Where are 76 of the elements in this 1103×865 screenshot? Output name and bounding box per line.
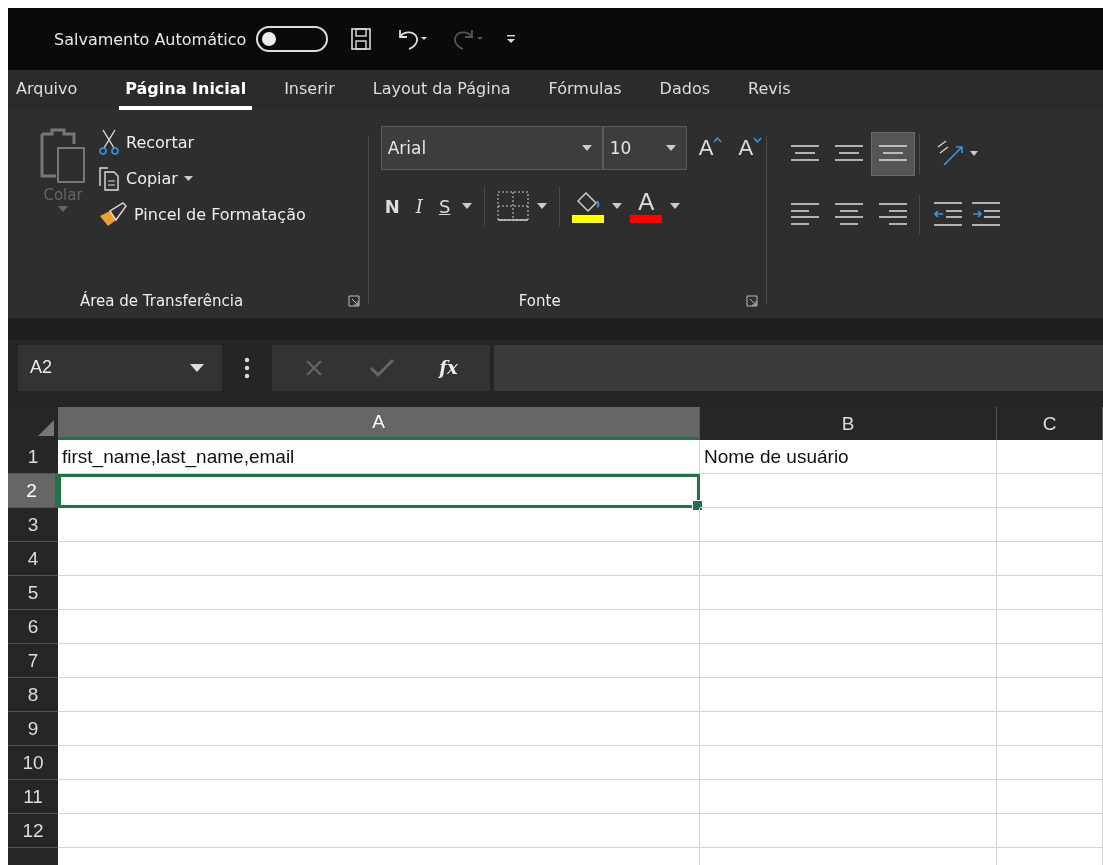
align-middle-icon: [835, 145, 863, 163]
caret-up-icon: [713, 137, 723, 143]
align-center-icon: [835, 203, 863, 225]
caret-icon: [183, 175, 193, 181]
table-cell[interactable]: [58, 474, 700, 508]
copy-icon: [98, 164, 120, 192]
table-cell[interactable]: Nome de usuário: [700, 440, 997, 474]
caret-down-icon: [753, 137, 763, 143]
row-header[interactable]: 2: [8, 474, 58, 508]
align-bottom-icon: [879, 145, 907, 163]
copy-button[interactable]: Copiar: [98, 162, 306, 194]
align-right-icon: [879, 203, 907, 225]
ribbon-tab[interactable]: Arquivo: [8, 70, 94, 110]
increase-indent-icon[interactable]: [972, 202, 1000, 226]
cancel-icon[interactable]: [304, 357, 325, 378]
autosave-toggle[interactable]: [256, 26, 329, 52]
dialog-launcher-icon[interactable]: [347, 295, 360, 307]
table-cell[interactable]: first_name,last_name,email: [58, 440, 700, 474]
name-box[interactable]: A2: [18, 344, 222, 391]
fill-color-icon[interactable]: [572, 189, 605, 223]
insert-function-button[interactable]: fx: [439, 357, 458, 378]
column-header[interactable]: C: [997, 407, 1103, 440]
row-header[interactable]: 11: [8, 780, 58, 814]
align-left-icon: [791, 203, 819, 225]
caret-icon: [462, 203, 473, 209]
grow-font-button[interactable]: A: [694, 135, 727, 161]
align-button[interactable]: [871, 132, 915, 176]
caret-icon: [670, 203, 681, 209]
column-header[interactable]: B: [700, 407, 997, 440]
row-header[interactable]: 7: [8, 644, 58, 678]
borders-icon[interactable]: [497, 191, 530, 221]
decrease-indent-icon[interactable]: [934, 202, 962, 226]
dialog-launcher-icon[interactable]: [746, 295, 759, 307]
font-color-button[interactable]: A: [630, 189, 663, 223]
row-header[interactable]: 9: [8, 712, 58, 746]
clipboard-icon: [38, 126, 88, 184]
caret-icon: [612, 203, 623, 209]
row-header[interactable]: 3: [8, 508, 58, 542]
italic-button[interactable]: I: [411, 195, 427, 217]
corner-triangle-icon: [38, 420, 54, 436]
bold-button[interactable]: N: [380, 195, 404, 217]
row-header[interactable]: 12: [8, 814, 58, 848]
ribbon-tab[interactable]: Fórmulas: [540, 70, 638, 110]
more-options-icon[interactable]: [244, 356, 250, 379]
align-top-icon: [791, 145, 819, 163]
ribbon-tab[interactable]: Revis: [740, 70, 807, 110]
row-header[interactable]: 4: [8, 542, 58, 576]
customize-caret-icon[interactable]: [506, 33, 517, 45]
autosave-label: Salvamento Automático: [54, 29, 247, 49]
checkmark-icon[interactable]: [368, 357, 395, 378]
save-icon[interactable]: [350, 27, 373, 51]
scissors-icon: [98, 128, 120, 156]
shrink-font-button[interactable]: A: [734, 135, 767, 161]
ribbon-tab[interactable]: Dados: [651, 70, 726, 110]
row-header[interactable]: 5: [8, 576, 58, 610]
paintbrush-icon: [98, 200, 128, 228]
ribbon-tab[interactable]: Inserir: [276, 70, 351, 110]
caret-icon: [665, 145, 676, 151]
font-name-dropdown[interactable]: Arial: [380, 126, 603, 170]
fill-handle[interactable]: [692, 500, 703, 511]
row-header[interactable]: 1: [8, 440, 58, 474]
group-label: Área de Transferência: [80, 292, 244, 310]
row-header[interactable]: 6: [8, 610, 58, 644]
row-header[interactable]: 8: [8, 678, 58, 712]
caret-icon: [537, 203, 548, 209]
column-header[interactable]: A: [58, 407, 700, 440]
row-header[interactable]: 10: [8, 746, 58, 780]
underline-button[interactable]: S: [434, 195, 455, 217]
format-painter-button[interactable]: Pincel de Formatação: [98, 198, 306, 230]
caret-icon: [58, 206, 68, 212]
caret-icon: [581, 145, 592, 151]
font-size-dropdown[interactable]: 10: [602, 126, 687, 170]
ribbon-tab[interactable]: Layout da Página: [364, 70, 527, 110]
group-label: Fonte: [518, 292, 561, 310]
caret-icon: [190, 363, 204, 372]
cut-button[interactable]: Recortar: [98, 126, 306, 158]
